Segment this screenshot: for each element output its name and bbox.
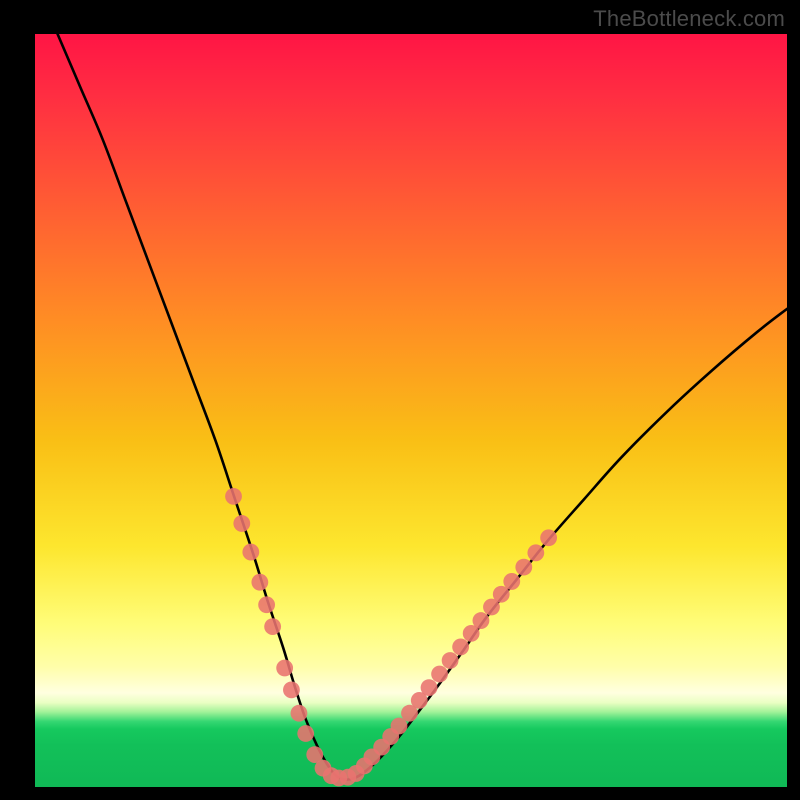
data-dot bbox=[233, 515, 250, 532]
data-dot bbox=[291, 705, 308, 722]
data-dot bbox=[473, 612, 490, 629]
data-dot bbox=[431, 666, 448, 683]
watermark-text: TheBottleneck.com bbox=[593, 6, 785, 32]
data-dot bbox=[527, 544, 544, 561]
data-dot bbox=[421, 679, 438, 696]
data-dot bbox=[452, 639, 469, 656]
curve-bottleneck-curve bbox=[58, 34, 787, 780]
data-dot bbox=[258, 596, 275, 613]
data-dot bbox=[297, 725, 314, 742]
data-dot bbox=[276, 660, 293, 677]
data-dot bbox=[225, 488, 242, 505]
data-dot bbox=[242, 544, 259, 561]
chart-svg bbox=[35, 34, 787, 787]
plot-area bbox=[35, 34, 787, 787]
data-dot bbox=[503, 573, 520, 590]
data-dot bbox=[264, 618, 281, 635]
data-dot bbox=[251, 574, 268, 591]
data-dot bbox=[283, 681, 300, 698]
data-dot bbox=[540, 529, 557, 546]
data-dot bbox=[442, 652, 459, 669]
data-dot bbox=[515, 559, 532, 576]
chart-outer-frame: TheBottleneck.com bbox=[0, 0, 800, 800]
